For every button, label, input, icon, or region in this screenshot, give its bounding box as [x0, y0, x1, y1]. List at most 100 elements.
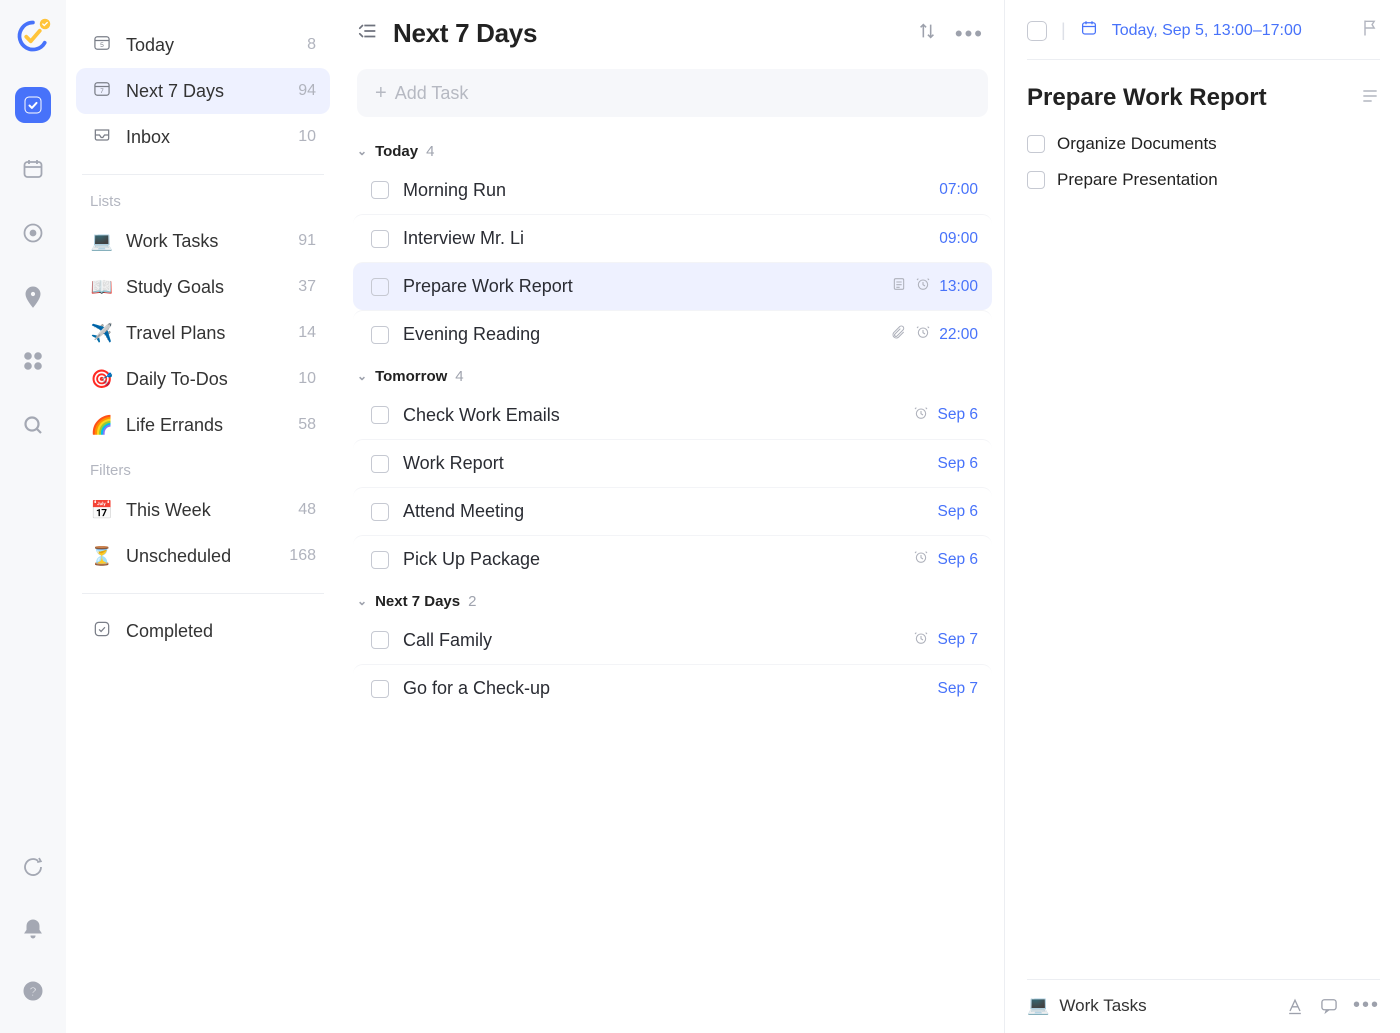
add-task-input[interactable]: + Add Task [357, 69, 988, 117]
lists-heading: Lists [76, 189, 330, 218]
rail-matrix-icon[interactable] [15, 343, 51, 379]
task-time: Sep 6 [937, 551, 978, 569]
task-time: 07:00 [939, 181, 978, 199]
task-time: Sep 7 [937, 631, 978, 649]
task-row[interactable]: Work Report Sep 6 [353, 439, 992, 487]
task-row[interactable]: Evening Reading 22:00 [353, 310, 992, 358]
rail-search-icon[interactable] [15, 407, 51, 443]
task-row[interactable]: Call FamilySep 7 [353, 616, 992, 664]
svg-text:7: 7 [100, 88, 104, 95]
rail-help-icon[interactable]: ? [15, 973, 51, 1009]
detail-title[interactable]: Prepare Work Report [1027, 84, 1350, 112]
sidebar-list-study-goals[interactable]: 📖Study Goals37 [76, 264, 330, 310]
task-checkbox[interactable] [371, 326, 389, 344]
rail-sync-icon[interactable] [15, 849, 51, 885]
task-checkbox[interactable] [371, 230, 389, 248]
group-count: 4 [455, 368, 463, 385]
sidebar-list-life-errands[interactable]: 🌈Life Errands58 [76, 402, 330, 448]
comment-icon[interactable] [1319, 996, 1339, 1016]
chevron-down-icon: ⌄ [357, 369, 367, 383]
alarm-icon [913, 405, 929, 426]
subtask-title: Prepare Presentation [1057, 170, 1218, 190]
sort-icon[interactable] [913, 20, 941, 47]
detail-top-bar: | Today, Sep 5, 13:00–17:00 [1027, 18, 1380, 60]
task-checkbox[interactable] [371, 455, 389, 473]
list-emoji-icon: ⏳ [90, 546, 114, 567]
detail-list-selector[interactable]: 💻 Work Tasks [1027, 995, 1271, 1016]
alarm-icon [913, 630, 929, 651]
task-row[interactable]: Interview Mr. Li09:00 [353, 214, 992, 262]
icon-rail: ? [0, 0, 66, 1033]
task-title: Evening Reading [403, 324, 877, 345]
task-checkbox[interactable] [371, 181, 389, 199]
task-time: 22:00 [939, 326, 978, 344]
sidebar-count: 10 [298, 128, 316, 146]
rail-calendar-icon[interactable] [15, 151, 51, 187]
task-row[interactable]: Prepare Work Report13:00 [353, 262, 992, 310]
sidebar-list-daily-to-dos[interactable]: 🎯Daily To-Dos10 [76, 356, 330, 402]
task-title: Pick Up Package [403, 549, 899, 570]
description-icon[interactable] [1360, 86, 1380, 111]
group-name: Today [375, 143, 418, 160]
text-style-icon[interactable] [1285, 996, 1305, 1016]
alarm-icon [915, 276, 931, 297]
sidebar-filter-unscheduled[interactable]: ⏳ Unscheduled168 [76, 533, 330, 579]
chevron-down-icon: ⌄ [357, 144, 367, 158]
group-header[interactable]: ⌄Today 4 [353, 133, 992, 166]
task-time: Sep 6 [937, 455, 978, 473]
list-header: Next 7 Days ••• [353, 12, 992, 59]
sidebar-item-today[interactable]: 5 Today 8 [76, 22, 330, 68]
list-emoji-icon: ✈️ [90, 323, 114, 344]
sidebar-filter-this-week[interactable]: 📅This Week48 [76, 487, 330, 533]
inbox-icon [90, 125, 114, 150]
task-row[interactable]: Pick Up Package Sep 6 [353, 535, 992, 583]
task-checkbox[interactable] [371, 278, 389, 296]
task-checkbox[interactable] [371, 631, 389, 649]
group-header[interactable]: ⌄Next 7 Days 2 [353, 583, 992, 616]
rail-bell-icon[interactable] [15, 911, 51, 947]
sidebar-count: 58 [298, 416, 316, 434]
calendar-icon[interactable] [1080, 19, 1098, 42]
sidebar-item-next7days[interactable]: 7 Next 7 Days 94 [76, 68, 330, 114]
subtask-title: Organize Documents [1057, 134, 1217, 154]
sidebar-label: Unscheduled [126, 546, 289, 567]
sidebar-item-completed[interactable]: Completed [76, 608, 330, 654]
task-row[interactable]: Morning Run07:00 [353, 166, 992, 214]
chevron-down-icon: ⌄ [357, 594, 367, 608]
group-header[interactable]: ⌄Tomorrow 4 [353, 358, 992, 391]
detail-date[interactable]: Today, Sep 5, 13:00–17:00 [1112, 22, 1346, 40]
detail-checkbox[interactable] [1027, 21, 1047, 41]
flag-icon[interactable] [1360, 18, 1380, 43]
task-title: Work Report [403, 453, 923, 474]
svg-text:5: 5 [100, 42, 104, 49]
sidebar-label: Inbox [126, 127, 298, 148]
sidebar-item-inbox[interactable]: Inbox 10 [76, 114, 330, 160]
subtask-row[interactable]: Prepare Presentation [1027, 162, 1380, 198]
task-row[interactable]: Attend MeetingSep 6 [353, 487, 992, 535]
sidebar-label: This Week [126, 500, 298, 521]
rail-tasks-icon[interactable] [15, 87, 51, 123]
task-time: Sep 7 [937, 680, 978, 698]
list-emoji-icon: 📖 [90, 277, 114, 298]
rail-location-icon[interactable] [15, 279, 51, 315]
sidebar-list-travel-plans[interactable]: ✈️Travel Plans14 [76, 310, 330, 356]
task-row[interactable]: Go for a Check-up Sep 7 [353, 664, 992, 712]
sidebar-count: 37 [298, 278, 316, 296]
list-emoji-icon: 💻 [90, 231, 114, 252]
task-checkbox[interactable] [371, 680, 389, 698]
subtask-checkbox[interactable] [1027, 171, 1045, 189]
sidebar-list-work-tasks[interactable]: 💻Work Tasks91 [76, 218, 330, 264]
more-icon[interactable]: ••• [955, 21, 984, 47]
more-icon[interactable]: ••• [1353, 994, 1380, 1017]
task-checkbox[interactable] [371, 503, 389, 521]
subtask-checkbox[interactable] [1027, 135, 1045, 153]
task-checkbox[interactable] [371, 551, 389, 569]
list-view-icon[interactable] [357, 20, 379, 47]
sidebar-count: 10 [298, 370, 316, 388]
sidebar-count: 168 [289, 547, 316, 565]
task-checkbox[interactable] [371, 406, 389, 424]
rail-focus-icon[interactable] [15, 215, 51, 251]
task-title: Go for a Check-up [403, 678, 923, 699]
subtask-row[interactable]: Organize Documents [1027, 126, 1380, 162]
task-row[interactable]: Check Work EmailsSep 6 [353, 391, 992, 439]
